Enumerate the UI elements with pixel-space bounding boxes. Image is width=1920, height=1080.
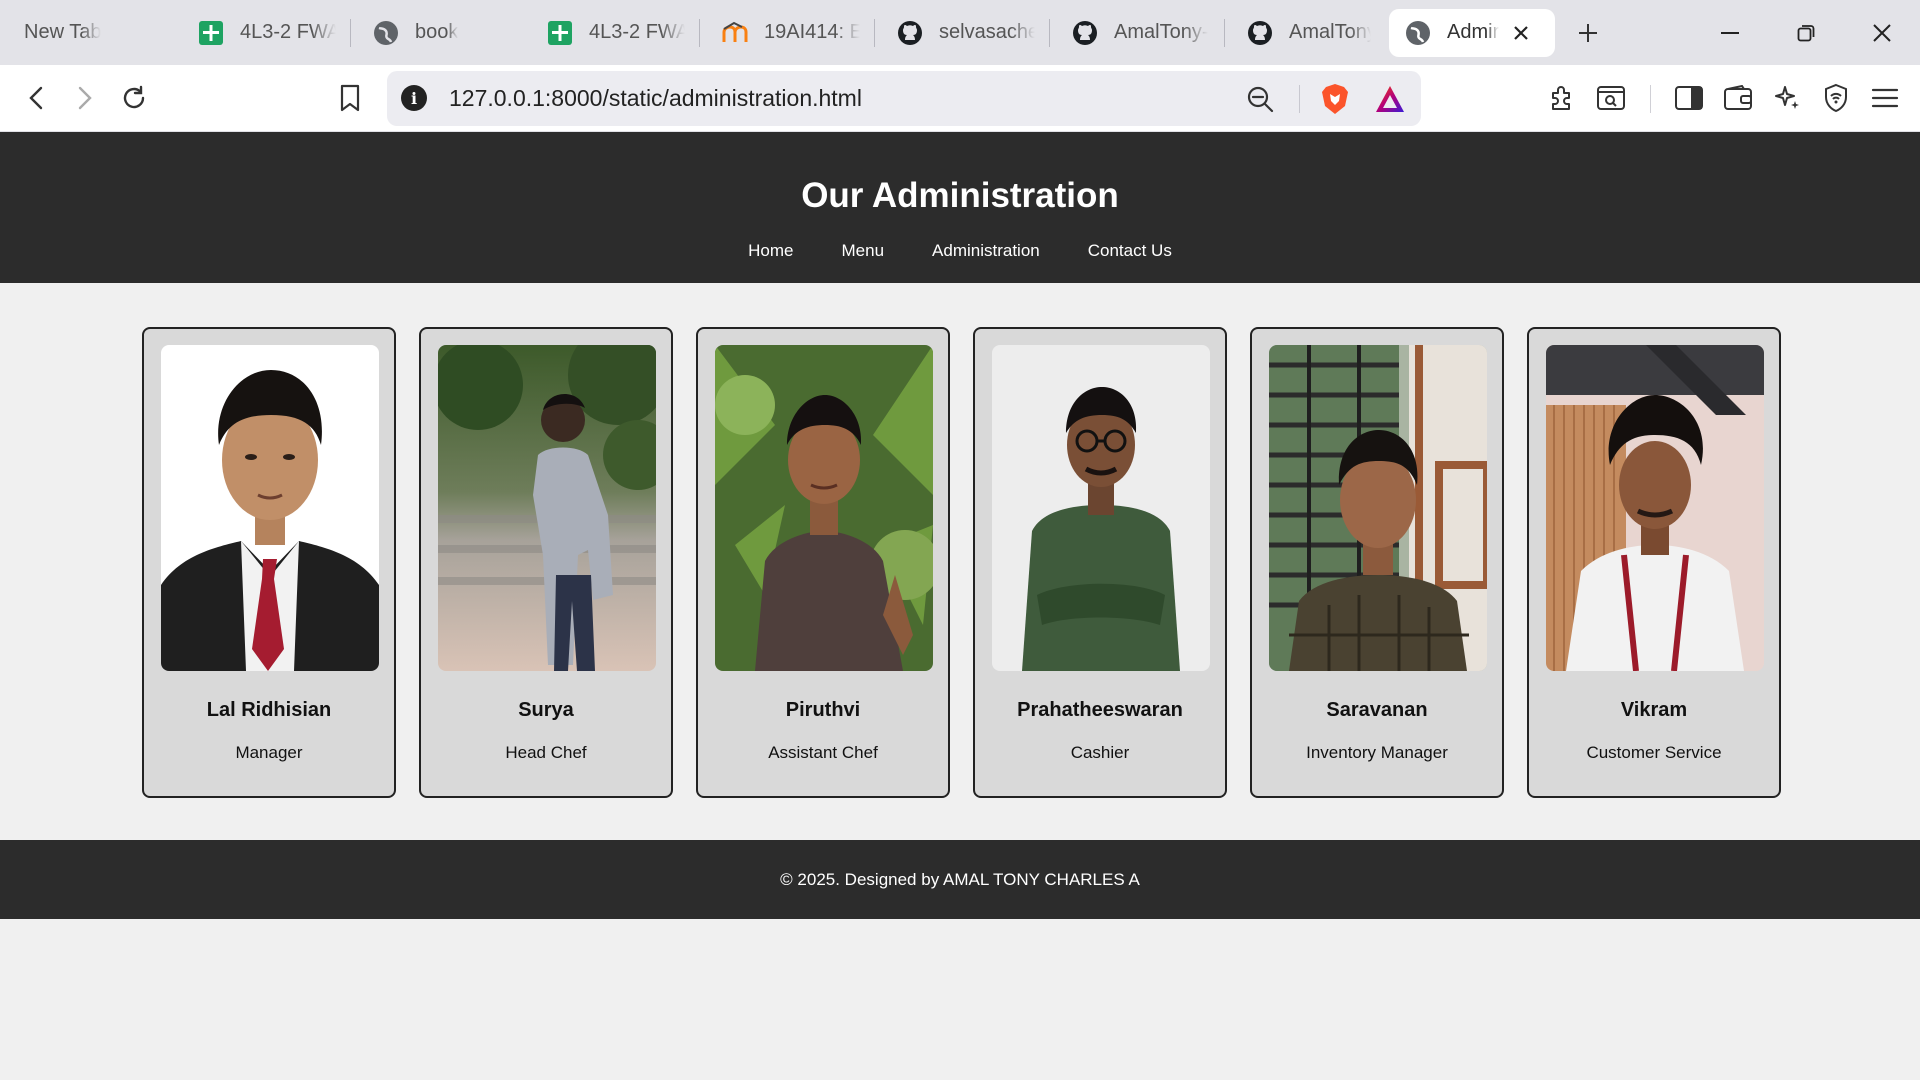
minimize-button[interactable] bbox=[1692, 0, 1768, 65]
nav-contact-link[interactable]: Contact Us bbox=[1088, 241, 1172, 261]
sheets-icon bbox=[198, 20, 224, 46]
address-divider bbox=[1299, 85, 1300, 113]
nav-home-link[interactable]: Home bbox=[748, 241, 793, 261]
forward-button[interactable] bbox=[60, 74, 108, 122]
staff-card: Surya Head Chef bbox=[419, 327, 673, 798]
staff-name: Lal Ridhisian bbox=[206, 699, 332, 721]
browser-toolbar: i 127.0.0.1:8000/static/administration.h… bbox=[0, 65, 1920, 132]
brave-rewards-icon[interactable] bbox=[1371, 80, 1409, 118]
staff-card: Saravanan Inventory Manager bbox=[1250, 327, 1504, 798]
restore-button[interactable] bbox=[1768, 0, 1844, 65]
address-bar[interactable]: i 127.0.0.1:8000/static/administration.h… bbox=[387, 71, 1421, 126]
toolbar-divider bbox=[1650, 85, 1651, 113]
new-tab-button[interactable] bbox=[1563, 9, 1613, 57]
staff-card: Piruthvi Assistant Chef bbox=[696, 327, 950, 798]
staff-cards: Lal Ridhisian Manager Surya Head Chef Pi… bbox=[142, 327, 1781, 798]
tab-new-tab[interactable]: New Tab bbox=[0, 9, 176, 57]
close-window-button[interactable] bbox=[1844, 0, 1920, 65]
staff-card: Vikram Customer Service bbox=[1527, 327, 1781, 798]
reload-button[interactable] bbox=[110, 74, 158, 122]
tab-title: New Tab bbox=[24, 21, 102, 43]
staff-role: Inventory Manager bbox=[1306, 743, 1448, 762]
tab-title: Admir bbox=[1447, 21, 1500, 43]
leo-ai-icon[interactable] bbox=[1763, 74, 1811, 122]
zoom-out-icon[interactable] bbox=[1241, 80, 1279, 118]
github-icon bbox=[1247, 20, 1273, 46]
brave-shields-icon[interactable] bbox=[1316, 80, 1354, 118]
tab-title: AmalTony- bbox=[1289, 21, 1371, 43]
tab-title: selvasache bbox=[939, 21, 1035, 43]
vpn-shield-icon[interactable] bbox=[1812, 74, 1860, 122]
bookmark-icon[interactable] bbox=[326, 74, 374, 122]
staff-photo bbox=[161, 345, 379, 671]
tab-github-1[interactable]: selvasache bbox=[875, 9, 1049, 57]
site-header: Our Administration Home Menu Administrat… bbox=[0, 132, 1920, 283]
tab-github-2[interactable]: AmalTony- bbox=[1050, 9, 1224, 57]
site-footer: © 2025. Designed by AMAL TONY CHARLES A bbox=[0, 840, 1920, 919]
tab-sheet-2[interactable]: 4L3-2 FWA bbox=[525, 9, 699, 57]
tab-sheet-1[interactable]: 4L3-2 FWA bbox=[176, 9, 350, 57]
globe-icon bbox=[373, 20, 399, 46]
staff-photo bbox=[1546, 345, 1764, 671]
staff-role: Manager bbox=[235, 743, 303, 762]
close-tab-icon[interactable] bbox=[1507, 19, 1535, 47]
tab-title: book bbox=[415, 21, 459, 43]
staff-role: Head Chef bbox=[505, 743, 587, 762]
page-title: Our Administration bbox=[801, 176, 1119, 215]
window-controls bbox=[1692, 0, 1920, 65]
staff-photo bbox=[992, 345, 1210, 671]
tab-title: 19AI414: E bbox=[764, 21, 860, 43]
github-icon bbox=[1072, 20, 1098, 46]
staff-card: Lal Ridhisian Manager bbox=[142, 327, 396, 798]
staff-photo bbox=[715, 345, 933, 671]
staff-role: Cashier bbox=[1070, 743, 1130, 762]
reader-search-icon[interactable] bbox=[1587, 74, 1635, 122]
back-button[interactable] bbox=[13, 74, 61, 122]
site-info-icon[interactable]: i bbox=[401, 85, 427, 111]
staff-photo bbox=[438, 345, 656, 671]
staff-role: Customer Service bbox=[1586, 743, 1722, 762]
menu-icon[interactable] bbox=[1861, 74, 1909, 122]
tab-administration-active[interactable]: Admir bbox=[1389, 8, 1555, 57]
tab-book[interactable]: book bbox=[351, 9, 525, 57]
wallet-icon[interactable] bbox=[1714, 74, 1762, 122]
footer-text: © 2025. Designed by AMAL TONY CHARLES A bbox=[780, 869, 1140, 889]
staff-name: Surya bbox=[518, 699, 574, 721]
tab-title: 4L3-2 FWA bbox=[240, 21, 336, 43]
tab-moodle[interactable]: 19AI414: E bbox=[700, 9, 874, 57]
sidebar-toggle-icon[interactable] bbox=[1665, 74, 1713, 122]
sheets-icon bbox=[547, 20, 573, 46]
github-icon bbox=[897, 20, 923, 46]
staff-name: Saravanan bbox=[1326, 699, 1428, 721]
tab-strip: New Tab 4L3-2 FWA book 4L3-2 FWA 19AI414… bbox=[0, 0, 1920, 65]
nav-administration-link[interactable]: Administration bbox=[932, 241, 1040, 261]
extensions-icon[interactable] bbox=[1538, 74, 1586, 122]
main-nav: Home Menu Administration Contact Us bbox=[0, 241, 1920, 261]
url-text[interactable]: 127.0.0.1:8000/static/administration.htm… bbox=[449, 85, 862, 112]
moodle-icon bbox=[722, 20, 748, 46]
staff-name: Piruthvi bbox=[785, 699, 861, 721]
globe-icon bbox=[1405, 20, 1431, 46]
staff-card: Prahatheeswaran Cashier bbox=[973, 327, 1227, 798]
nav-menu-link[interactable]: Menu bbox=[842, 241, 885, 261]
tab-title: 4L3-2 FWA bbox=[589, 21, 685, 43]
staff-name: Prahatheeswaran bbox=[1017, 699, 1183, 721]
tab-title: AmalTony- bbox=[1114, 21, 1209, 43]
staff-photo bbox=[1269, 345, 1487, 671]
tab-github-3[interactable]: AmalTony- bbox=[1225, 9, 1385, 57]
staff-role: Assistant Chef bbox=[768, 743, 878, 762]
staff-name: Vikram bbox=[1620, 699, 1688, 721]
